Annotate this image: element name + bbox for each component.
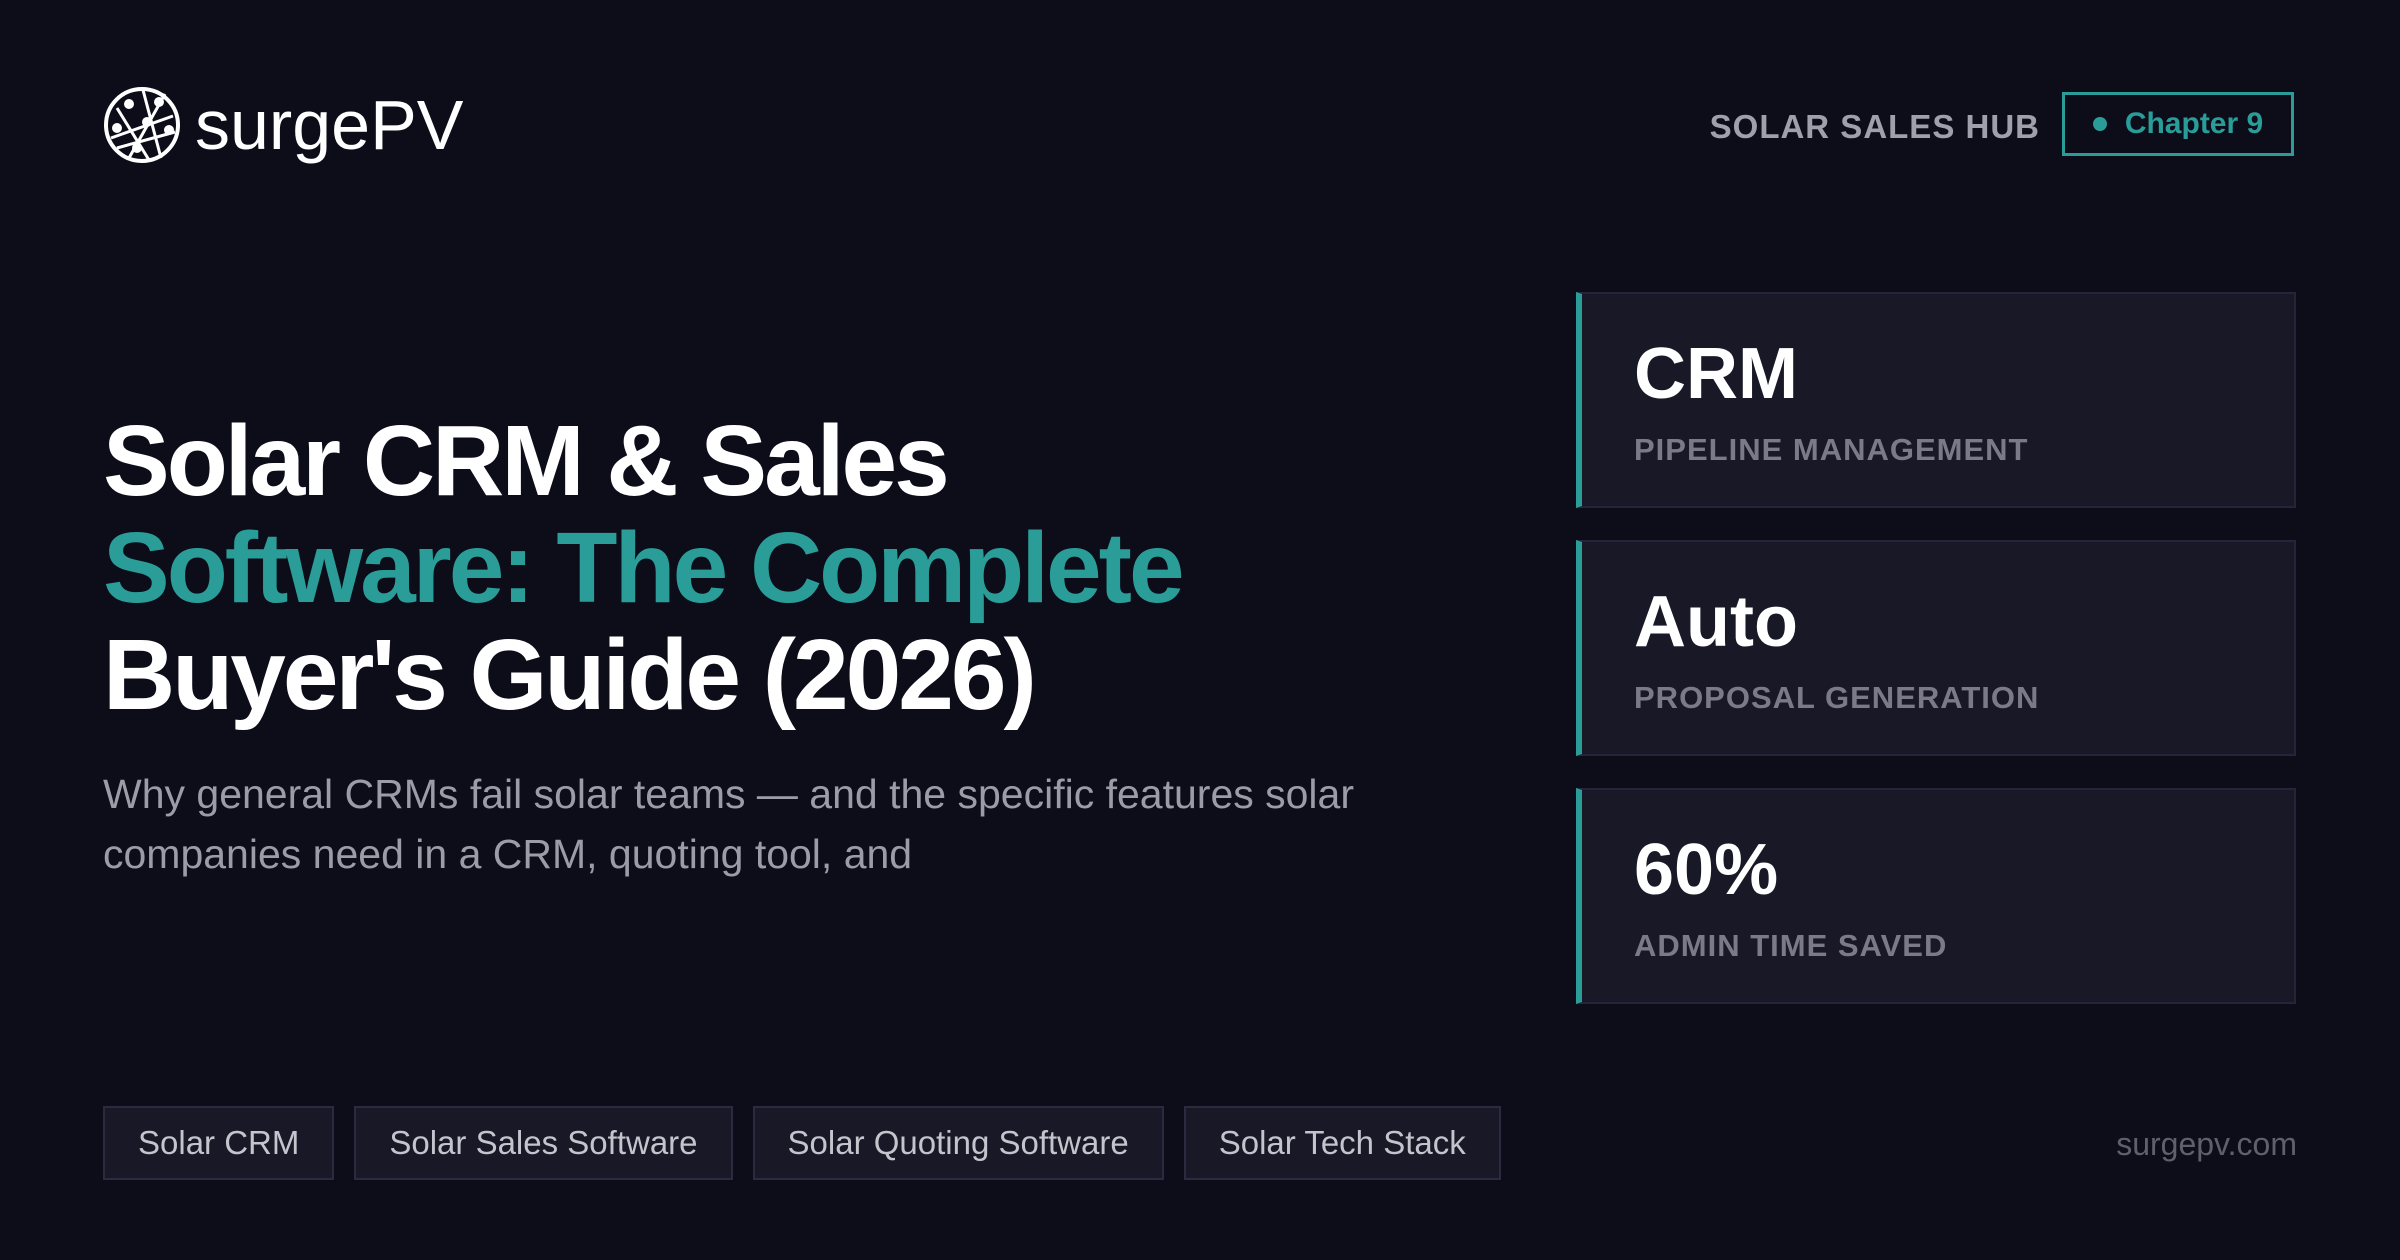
brand-name: surgePV [195,86,464,164]
hub-label: SOLAR SALES HUB [1709,108,2040,145]
stat-card-admin: 60% ADMIN TIME SAVED [1576,788,2296,1004]
dot-icon [2092,117,2107,131]
stat-value: Auto [1634,582,1798,662]
solar-globe-icon [104,87,180,163]
title-line-2: Software: The Complete [103,512,1185,624]
tag-solar-tech-stack[interactable]: Solar Tech Stack [1183,1106,1501,1180]
tag-list: Solar CRM Solar Sales Software Solar Quo… [103,1106,1521,1180]
stat-card-auto: Auto PROPOSAL GENERATION [1576,540,2296,756]
chapter-badge: Chapter 9 [2062,92,2294,156]
site-url: surgepv.com [2116,1126,2297,1162]
stat-label: PROPOSAL GENERATION [1634,680,2040,715]
tag-solar-crm[interactable]: Solar CRM [103,1106,335,1180]
title-line-1: Solar CRM & Sales [103,405,950,517]
stat-value: CRM [1634,334,1798,414]
tag-solar-sales-software[interactable]: Solar Sales Software [354,1106,733,1180]
subtitle: Why general CRMs fail solar teams — and … [103,771,1355,877]
stat-value: 60% [1634,830,1779,910]
tag-solar-quoting-software[interactable]: Solar Quoting Software [752,1106,1164,1180]
stat-label: ADMIN TIME SAVED [1634,928,1948,963]
page-title: Solar CRM & Sales Software: The Complete… [103,405,1185,731]
stat-label: PIPELINE MANAGEMENT [1634,432,2029,467]
stat-card-crm: CRM PIPELINE MANAGEMENT [1576,292,2296,508]
chapter-label: Chapter 9 [2124,107,2264,140]
brand-logo: surgePV [103,86,463,164]
title-line-3: Buyer's Guide (2026) [103,619,1037,731]
